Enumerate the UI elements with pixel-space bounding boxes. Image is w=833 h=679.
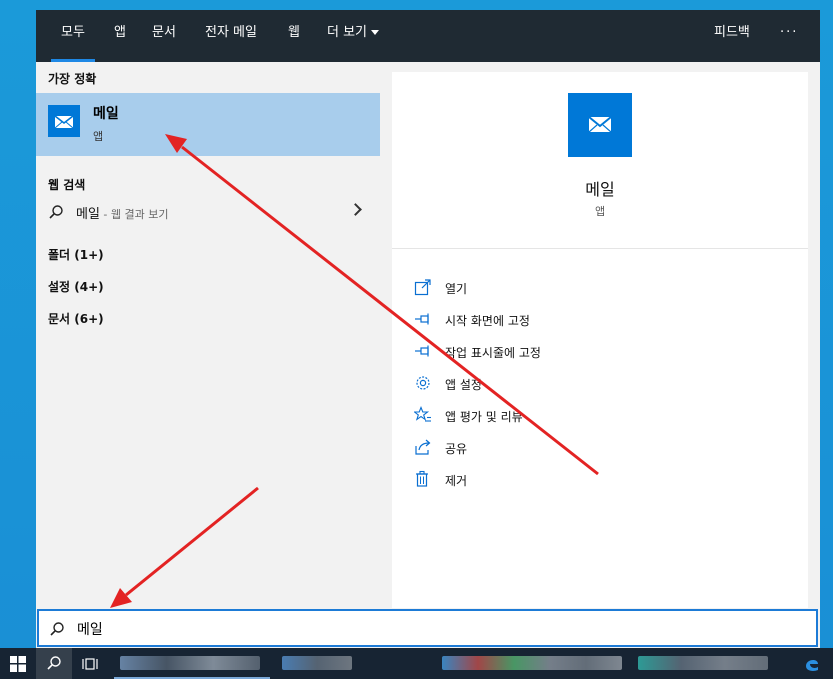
preview-pane: 메일 앱 열기 시작 화면에 고정 작업 표시줄에 고정 앱 설정 앱 평가 및… bbox=[392, 72, 808, 608]
mail-app-icon bbox=[48, 105, 80, 137]
action-pin-taskbar-label: 작업 표시줄에 고정 bbox=[445, 346, 541, 360]
action-uninstall-label: 제거 bbox=[445, 474, 468, 488]
chevron-right-icon bbox=[349, 203, 362, 216]
trash-icon bbox=[416, 470, 428, 487]
best-match-title: 메일 bbox=[93, 106, 119, 122]
tab-apps[interactable]: 앱 bbox=[114, 10, 126, 62]
task-view-icon bbox=[82, 658, 98, 670]
taskbar-app-3[interactable] bbox=[438, 648, 628, 679]
tab-email[interactable]: 전자 메일 bbox=[205, 10, 257, 62]
star-icon bbox=[414, 406, 431, 422]
web-result-text: 메일 - 웹 결과 보기 bbox=[76, 203, 168, 222]
gear-icon bbox=[416, 376, 430, 390]
category-settings[interactable]: 설정 (4+) bbox=[48, 278, 104, 295]
blurred-app-title bbox=[282, 656, 352, 670]
taskbar-app-1[interactable] bbox=[114, 648, 270, 679]
best-match-mail[interactable]: 메일 앱 bbox=[36, 93, 380, 156]
feedback-button[interactable]: 피드백 bbox=[714, 10, 750, 62]
windows-logo-icon bbox=[10, 656, 26, 672]
best-match-subtitle: 앱 bbox=[93, 130, 104, 143]
taskbar-search-button[interactable] bbox=[36, 648, 72, 679]
start-button[interactable] bbox=[0, 648, 36, 679]
action-rate-review-label: 앱 평가 및 리뷰 bbox=[445, 410, 523, 424]
tab-more[interactable]: 더 보기 bbox=[327, 10, 380, 62]
category-folders[interactable]: 폴더 (1+) bbox=[48, 246, 104, 263]
pin-icon bbox=[415, 345, 429, 357]
search-query: 메일 bbox=[77, 622, 103, 638]
taskbar-app-2[interactable] bbox=[276, 648, 432, 679]
tab-more-label: 더 보기 bbox=[327, 25, 368, 40]
search-icon bbox=[50, 622, 64, 636]
category-documents[interactable]: 문서 (6+) bbox=[48, 310, 104, 327]
mail-app-large-icon bbox=[568, 93, 632, 157]
action-app-settings-label: 앱 설정 bbox=[445, 378, 482, 392]
blurred-app-title bbox=[638, 656, 768, 670]
task-view-button[interactable] bbox=[72, 648, 108, 679]
preview-title: 메일 bbox=[585, 180, 615, 199]
start-search-panel: 모두 앱 문서 전자 메일 웹 더 보기 피드백 ··· 가장 정확 메일 앱 … bbox=[36, 10, 820, 648]
tab-web[interactable]: 웹 bbox=[288, 10, 300, 62]
edge-button[interactable] bbox=[796, 648, 828, 679]
edge-browser-icon bbox=[806, 660, 818, 671]
filter-bar: 모두 앱 문서 전자 메일 웹 더 보기 피드백 ··· bbox=[36, 10, 820, 62]
divider bbox=[392, 248, 808, 249]
blurred-app-title bbox=[120, 656, 260, 670]
taskbar bbox=[0, 648, 833, 679]
action-share-label: 공유 bbox=[445, 442, 468, 456]
tab-all[interactable]: 모두 bbox=[51, 10, 95, 62]
web-search-result[interactable]: 메일 - 웹 결과 보기 bbox=[36, 197, 380, 227]
pin-icon bbox=[415, 313, 429, 325]
chevron-down-icon bbox=[371, 30, 380, 35]
search-icon bbox=[47, 656, 61, 670]
preview-subtitle: 앱 bbox=[594, 205, 606, 218]
action-pin-start-label: 시작 화면에 고정 bbox=[445, 314, 530, 328]
share-icon bbox=[415, 439, 431, 455]
web-search-heading: 웹 검색 bbox=[48, 178, 86, 192]
search-icon bbox=[49, 205, 63, 219]
open-icon bbox=[414, 279, 431, 296]
best-match-heading: 가장 정확 bbox=[48, 72, 97, 86]
web-result-query: 메일 bbox=[76, 207, 100, 222]
taskbar-app-4[interactable] bbox=[634, 648, 774, 679]
action-open-label: 열기 bbox=[445, 282, 468, 296]
search-input[interactable]: 메일 bbox=[37, 609, 818, 647]
results-list: 가장 정확 메일 앱 웹 검색 메일 - 웹 결과 보기 폴더 (1+) 설정 … bbox=[36, 62, 380, 610]
blurred-app-title bbox=[442, 656, 622, 670]
web-result-hint: - 웹 결과 보기 bbox=[99, 208, 169, 221]
tab-documents[interactable]: 문서 bbox=[152, 10, 176, 62]
more-options-button[interactable]: ··· bbox=[780, 10, 798, 62]
